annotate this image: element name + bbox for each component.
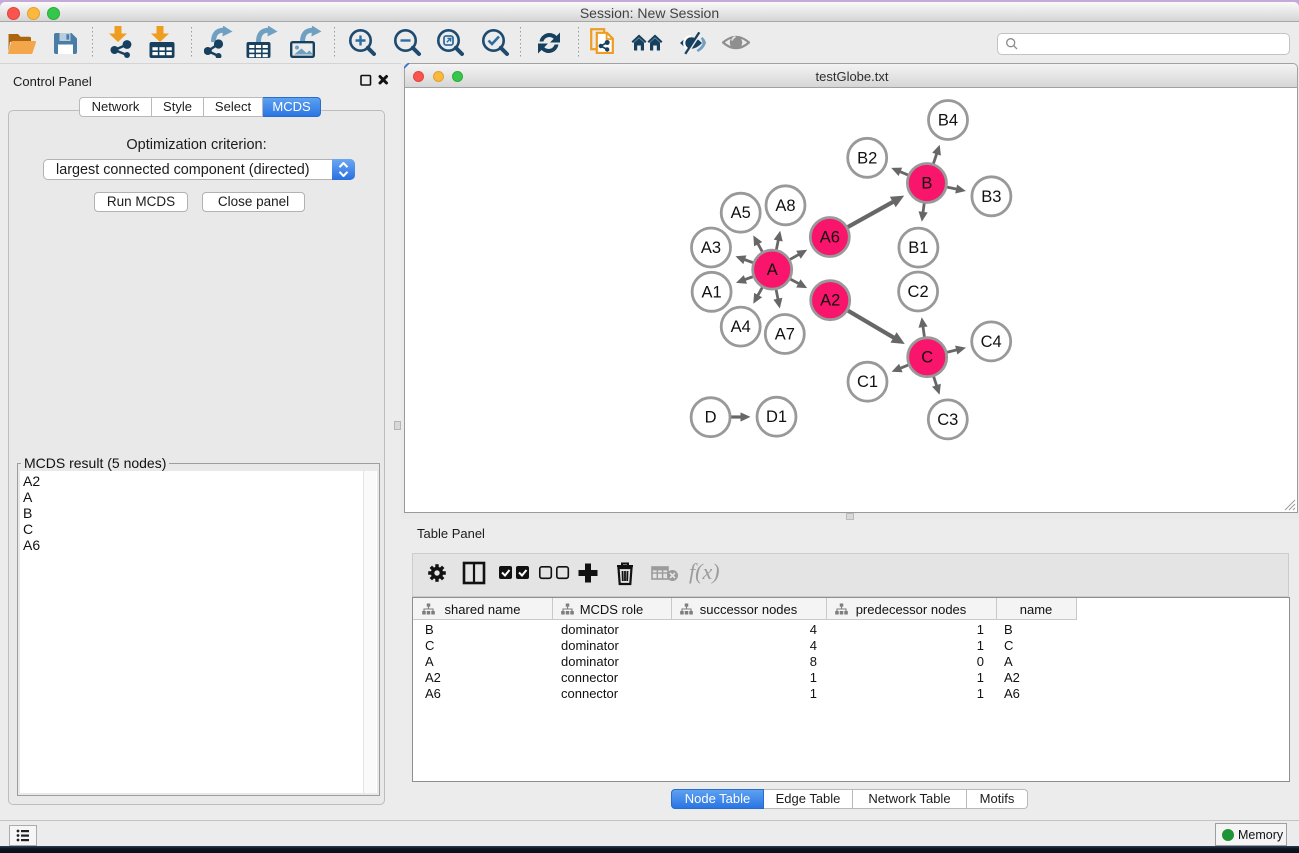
svg-text:A5: A5 — [731, 204, 751, 222]
svg-text:C4: C4 — [981, 333, 1002, 351]
svg-text:A8: A8 — [775, 197, 795, 215]
svg-text:A3: A3 — [701, 239, 721, 257]
svg-text:A: A — [767, 261, 778, 279]
svg-text:A2: A2 — [820, 292, 840, 310]
svg-text:B: B — [921, 175, 932, 193]
svg-text:B3: B3 — [981, 188, 1001, 206]
svg-text:B1: B1 — [908, 239, 928, 257]
svg-text:C: C — [921, 349, 933, 367]
svg-text:C3: C3 — [937, 411, 958, 429]
svg-text:B2: B2 — [857, 149, 877, 167]
svg-text:C2: C2 — [908, 283, 929, 301]
svg-text:D1: D1 — [766, 408, 787, 426]
svg-text:B4: B4 — [938, 112, 958, 130]
svg-text:C1: C1 — [857, 373, 878, 391]
svg-text:A6: A6 — [820, 229, 840, 247]
svg-text:A7: A7 — [775, 326, 795, 344]
svg-text:A4: A4 — [731, 318, 751, 336]
svg-text:D: D — [705, 409, 717, 427]
svg-text:A1: A1 — [702, 283, 722, 301]
